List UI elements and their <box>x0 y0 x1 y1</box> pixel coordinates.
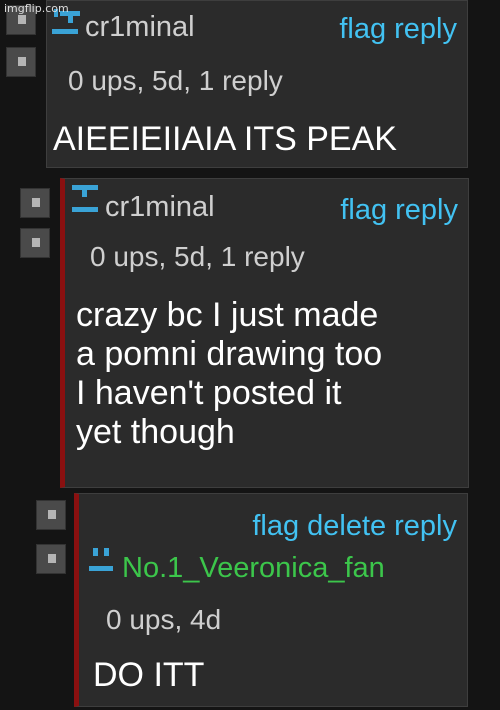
reply-link[interactable]: reply <box>394 13 457 45</box>
comment-meta: 0 ups, 5d, 1 reply <box>68 65 283 96</box>
comment-meta: 0 ups, 5d, 1 reply <box>90 241 305 272</box>
downvote-button[interactable] <box>36 544 66 574</box>
user-avatar-icon <box>89 548 113 571</box>
comment-text-line: I haven't posted it <box>76 374 342 412</box>
comment-text-line: crazy bc I just made <box>76 296 379 334</box>
delete-link[interactable]: delete <box>307 510 386 542</box>
imgflip-watermark: imgflip.com <box>4 2 69 15</box>
comment-meta: 0 ups, 4d <box>106 604 222 635</box>
comment-actions: flag reply <box>340 194 458 227</box>
downvote-arrow-icon <box>32 238 40 247</box>
user-avatar-icon <box>72 185 98 212</box>
upvote-arrow-icon <box>48 510 56 519</box>
comment-actions: flag delete reply <box>252 510 457 543</box>
downvote-button[interactable] <box>20 228 50 258</box>
comment-username[interactable]: cr1minal <box>85 11 195 44</box>
comment-text-line: a pomni drawing too <box>76 335 383 373</box>
upvote-button[interactable] <box>36 500 66 530</box>
reply-link[interactable]: reply <box>394 510 457 542</box>
reply-link[interactable]: reply <box>395 194 458 226</box>
downvote-button[interactable] <box>6 47 36 77</box>
downvote-arrow-icon <box>48 554 56 563</box>
comment-username[interactable]: No.1_Veeronica_fan <box>122 552 385 585</box>
upvote-arrow-icon <box>18 15 26 24</box>
flag-link[interactable]: flag <box>252 510 299 542</box>
comment-text: DO ITT <box>93 656 205 694</box>
comment-actions: flag reply <box>339 13 457 46</box>
comment-text-line: yet though <box>76 413 235 451</box>
comment-card: flag delete reply No.1_Veeronica_fan 0 ups… <box>74 493 468 707</box>
downvote-arrow-icon <box>18 57 26 66</box>
comment-username[interactable]: cr1minal <box>105 191 215 224</box>
flag-link[interactable]: flag <box>339 13 386 45</box>
comment-card: cr1minal flag reply 0 ups, 5d, 1 reply cr… <box>60 178 469 488</box>
flag-link[interactable]: flag <box>340 194 387 226</box>
comment-text: crazy bc I just made a pomni drawing too… <box>76 296 382 452</box>
upvote-button[interactable] <box>20 188 50 218</box>
upvote-arrow-icon <box>32 198 40 207</box>
comment-card: cr1minal flag reply 0 ups, 5d, 1 reply AI… <box>46 0 468 168</box>
comment-text: AIEEIEIIAIA ITS PEAK <box>53 120 397 158</box>
